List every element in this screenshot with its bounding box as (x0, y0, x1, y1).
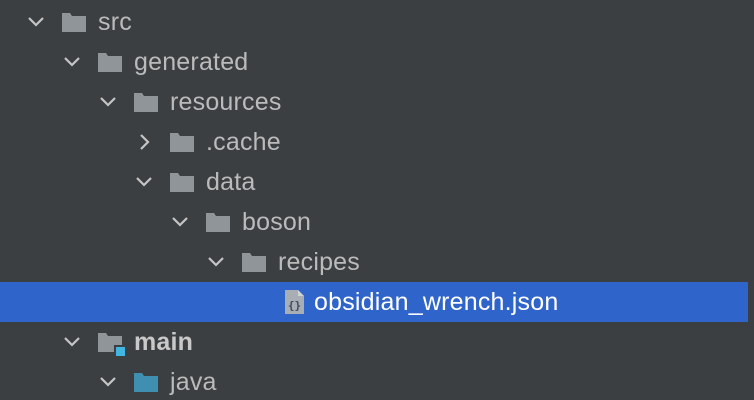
tree-row-java[interactable]: java (0, 362, 748, 400)
tree-item-label: boson (242, 208, 312, 236)
tree-row-resources[interactable]: resources (0, 82, 748, 122)
tree-item-label: main (134, 328, 194, 356)
tree-item-label: src (98, 8, 132, 36)
svg-text:{}: {} (288, 299, 301, 312)
chevron-down-icon[interactable] (134, 172, 154, 192)
folder-icon (205, 210, 231, 234)
chevron-down-icon[interactable] (62, 332, 82, 352)
tree-item-label: recipes (278, 248, 360, 276)
tree-item-label: java (170, 368, 217, 396)
folder-icon (169, 170, 195, 194)
tree-item-label: generated (134, 48, 249, 76)
tree-row-cache[interactable]: .cache (0, 122, 748, 162)
tree-row-generated[interactable]: generated (0, 42, 748, 82)
chevron-down-icon[interactable] (98, 92, 118, 112)
tree-row-src[interactable]: src (0, 2, 748, 42)
project-tree: src generated resources .cache data boso… (0, 0, 754, 400)
chevron-down-icon[interactable] (26, 12, 46, 32)
chevron-down-icon[interactable] (62, 52, 82, 72)
tree-row-recipes[interactable]: recipes (0, 242, 748, 282)
tree-row-main[interactable]: main (0, 322, 748, 362)
folder-icon (97, 50, 123, 74)
tree-item-label: obsidian_wrench.json (314, 288, 559, 316)
chevron-down-icon[interactable] (206, 252, 226, 272)
chevron-down-icon[interactable] (98, 372, 118, 392)
tree-item-label: data (206, 168, 256, 196)
chevron-right-icon[interactable] (134, 132, 154, 152)
tree-row-boson[interactable]: boson (0, 202, 748, 242)
folder-icon (133, 90, 159, 114)
tree-item-label: .cache (206, 128, 281, 156)
source-root-folder-icon (133, 370, 159, 394)
folder-icon (169, 130, 195, 154)
source-set-folder-icon (97, 330, 125, 356)
folder-icon (61, 10, 87, 34)
tree-row-data[interactable]: data (0, 162, 748, 202)
chevron-down-icon[interactable] (170, 212, 190, 232)
folder-icon (241, 250, 267, 274)
tree-item-label: resources (170, 88, 282, 116)
json-file-icon: {} (281, 288, 309, 316)
tree-row-obsidian-wrench-json[interactable]: {} obsidian_wrench.json (0, 282, 748, 322)
